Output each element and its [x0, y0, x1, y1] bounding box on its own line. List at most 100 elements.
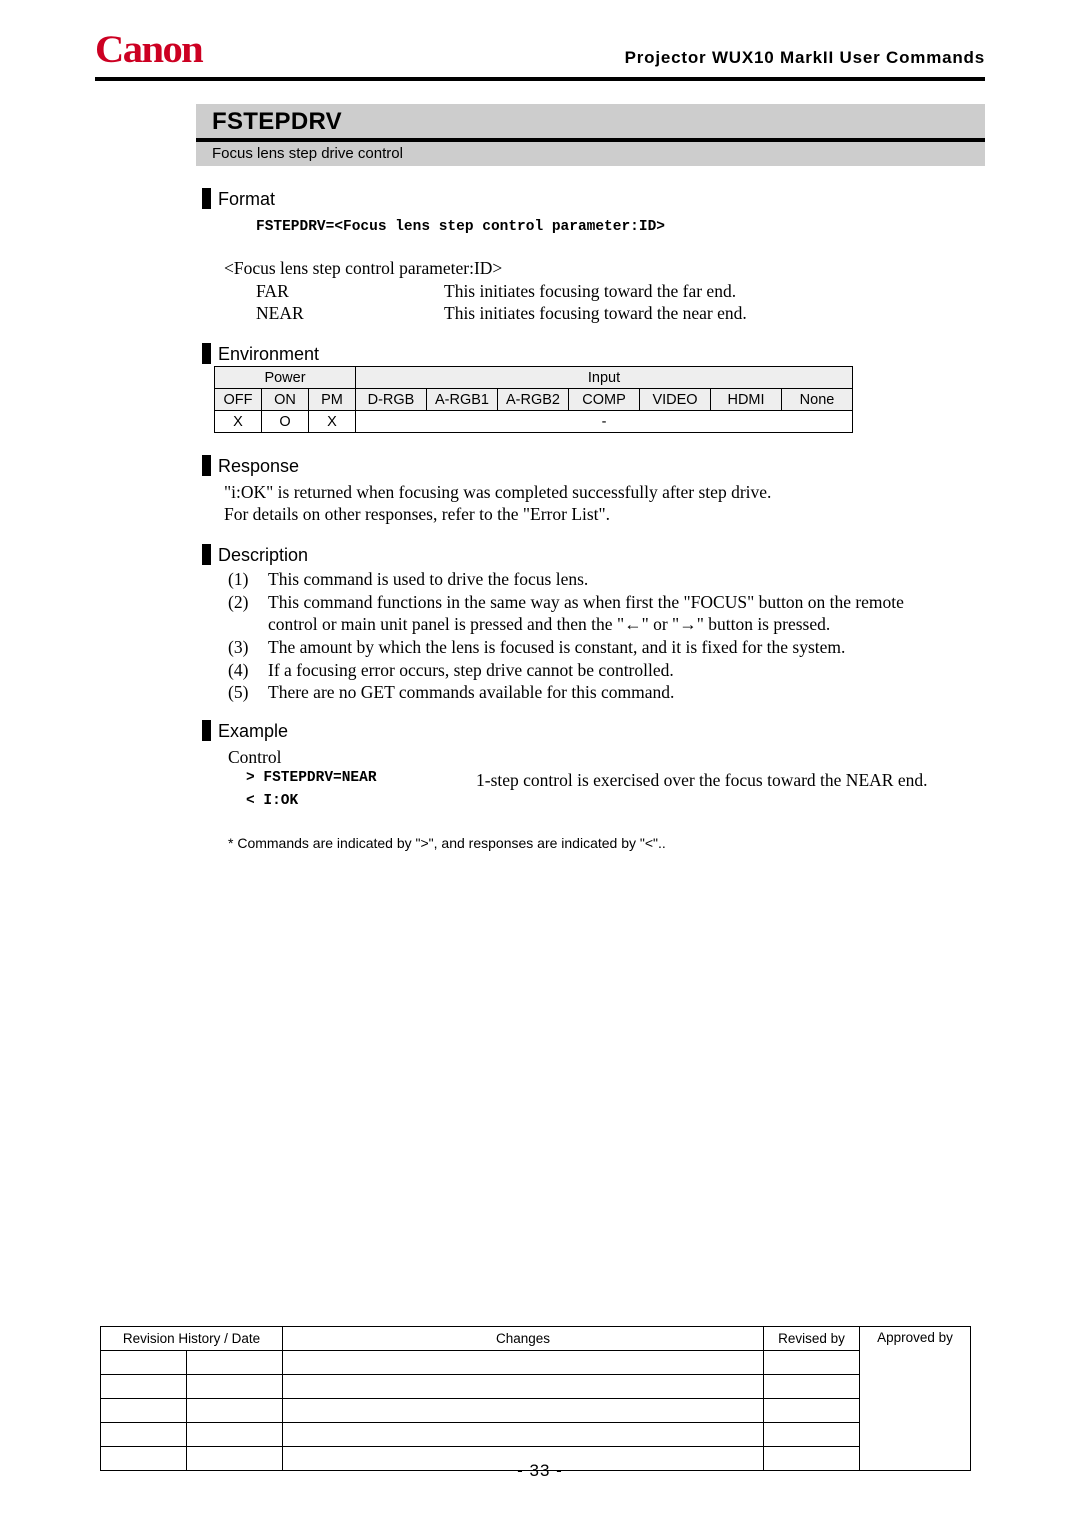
description-text-0: This command is used to drive the focus … — [268, 569, 988, 591]
header-divider — [95, 77, 985, 81]
description-text-1-line-0: This command functions in the same way a… — [268, 591, 904, 612]
description-text-3-line-0: If a focusing error occurs, step drive c… — [268, 659, 674, 680]
list-item: (2) This command functions in the same w… — [228, 592, 988, 636]
revision-cell-history-1 — [186, 1374, 283, 1399]
section-heading-example-label: Example — [218, 721, 289, 741]
response-line-0: "i:OK" is returned when focusing was com… — [224, 482, 772, 502]
section-marker-icon — [202, 188, 211, 209]
section-marker-icon — [202, 544, 211, 565]
section-heading-example: Example — [202, 720, 288, 742]
page-number: - 33 - — [517, 1461, 563, 1480]
revision-cell-changes-1 — [282, 1374, 764, 1399]
revision-cell-date-2 — [100, 1398, 187, 1423]
canon-logo: Canon — [95, 28, 204, 71]
env-col-input-3: COMP — [568, 388, 640, 411]
description-number-4: (5) — [228, 682, 249, 703]
example-command-note: 1-step control is exercised over the foc… — [476, 770, 928, 790]
command-subtitle: Focus lens step drive control — [212, 145, 403, 162]
description-number-0: (1) — [228, 569, 249, 589]
description-list: (1) This command is used to drive the fo… — [228, 569, 988, 705]
description-text-0-line-0: This command is used to drive the focus … — [268, 569, 589, 589]
example-command-row: > FSTEPDRV=NEAR 1-step control is exerci… — [246, 770, 1006, 791]
format-param-name-1: NEAR — [256, 303, 304, 323]
revision-cell-date-3 — [100, 1422, 187, 1447]
revision-cell-revised-1 — [763, 1374, 860, 1399]
description-number-2: (3) — [228, 636, 249, 657]
environment-table: Power Input OFF ON PM D-RGB A-RGB1 A-RGB… — [214, 366, 853, 433]
description-text-1-line-1: control or main unit panel is pressed an… — [268, 613, 831, 634]
env-col-input-0: D-RGB — [355, 388, 427, 411]
table-row — [100, 1422, 971, 1447]
table-row: Power Input — [214, 366, 853, 389]
response-line-1: For details on other responses, refer to… — [224, 504, 611, 524]
command-title-bar: FSTEPDRV — [196, 104, 985, 138]
description-number-3: (4) — [228, 659, 249, 680]
env-col-input-1: A-RGB1 — [426, 388, 498, 411]
env-group-input: Input — [355, 366, 853, 389]
revision-cell-date-1 — [100, 1374, 187, 1399]
env-col-power-1: ON — [261, 388, 309, 411]
revision-cell-changes-2 — [282, 1398, 764, 1423]
description-text-3: If a focusing error occurs, step drive c… — [268, 660, 988, 682]
format-param-desc-0: This initiates focusing toward the far e… — [444, 281, 737, 301]
env-col-input-2: A-RGB2 — [497, 388, 569, 411]
example-command: > FSTEPDRV=NEAR — [246, 770, 377, 786]
table-row: Revision History / Date Changes Revised … — [100, 1326, 971, 1471]
section-heading-environment: Environment — [202, 343, 319, 365]
env-col-power-0: OFF — [214, 388, 262, 411]
description-text-2: The amount by which the lens is focused … — [268, 637, 988, 659]
table-row — [100, 1374, 971, 1399]
description-text-4-line-0: There are no GET commands available for … — [268, 682, 675, 703]
format-syntax: FSTEPDRV=<Focus lens step control parame… — [256, 219, 665, 235]
section-heading-description: Description — [202, 544, 308, 566]
revision-cell-revised-2 — [763, 1398, 860, 1423]
section-heading-description-label: Description — [218, 545, 309, 565]
list-item: (5) There are no GET commands available … — [228, 682, 988, 704]
list-item: (3) The amount by which the lens is focu… — [228, 637, 988, 659]
revision-col-changes: Changes — [282, 1326, 764, 1351]
env-value-power-0: X — [214, 410, 262, 433]
revision-col-approved-by: Approved by — [859, 1326, 971, 1471]
description-text-2-line-0: The amount by which the lens is focused … — [268, 636, 846, 657]
list-item: (1) This command is used to drive the fo… — [228, 569, 988, 591]
table-row — [100, 1398, 971, 1423]
revision-cell-history-3 — [186, 1422, 283, 1447]
section-heading-environment-label: Environment — [218, 344, 320, 364]
page-header: Canon Projector WUX10 MarkII User Comman… — [95, 28, 985, 80]
revision-history-table: Revision History / Date Changes Revised … — [100, 1326, 971, 1471]
format-param-name-0: FAR — [256, 281, 289, 301]
list-item: (4) If a focusing error occurs, step dri… — [228, 660, 988, 682]
format-parameter-header: <Focus lens step control parameter:ID> — [224, 258, 503, 278]
revision-cell-changes-0 — [282, 1350, 764, 1375]
env-value-power-1: O — [261, 410, 309, 433]
format-param-desc-1: This initiates focusing toward the near … — [444, 303, 747, 323]
document-header-title: Projector WUX10 MarkII User Commands — [624, 48, 985, 67]
revision-cell-date-0 — [100, 1350, 187, 1375]
env-value-power-2: X — [308, 410, 356, 433]
env-col-input-6: None — [781, 388, 853, 411]
description-text-1: This command functions in the same way a… — [268, 592, 988, 636]
revision-cell-changes-3 — [282, 1422, 764, 1447]
section-heading-format-label: Format — [218, 189, 276, 209]
env-group-power: Power — [214, 366, 356, 389]
env-col-input-4: VIDEO — [639, 388, 711, 411]
section-heading-response: Response — [202, 455, 299, 477]
revision-cell-revised-0 — [763, 1350, 860, 1375]
table-row: X O X - — [214, 410, 853, 433]
section-marker-icon — [202, 455, 211, 476]
revision-col-history-date: Revision History / Date — [100, 1326, 283, 1351]
env-col-power-2: PM — [308, 388, 356, 411]
example-footnote: * Commands are indicated by ">", and res… — [228, 835, 666, 851]
example-label: Control — [228, 747, 282, 767]
section-marker-icon — [202, 720, 211, 741]
env-value-input: - — [355, 410, 853, 433]
page-title: FSTEPDRV — [212, 108, 342, 135]
env-col-input-5: HDMI — [710, 388, 782, 411]
table-row — [100, 1350, 971, 1375]
revision-cell-history-2 — [186, 1398, 283, 1423]
description-number-1: (2) — [228, 591, 249, 612]
section-heading-response-label: Response — [218, 456, 300, 476]
revision-col-revised-by: Revised by — [763, 1326, 860, 1351]
description-text-4: There are no GET commands available for … — [268, 682, 988, 704]
section-heading-format: Format — [202, 188, 275, 210]
